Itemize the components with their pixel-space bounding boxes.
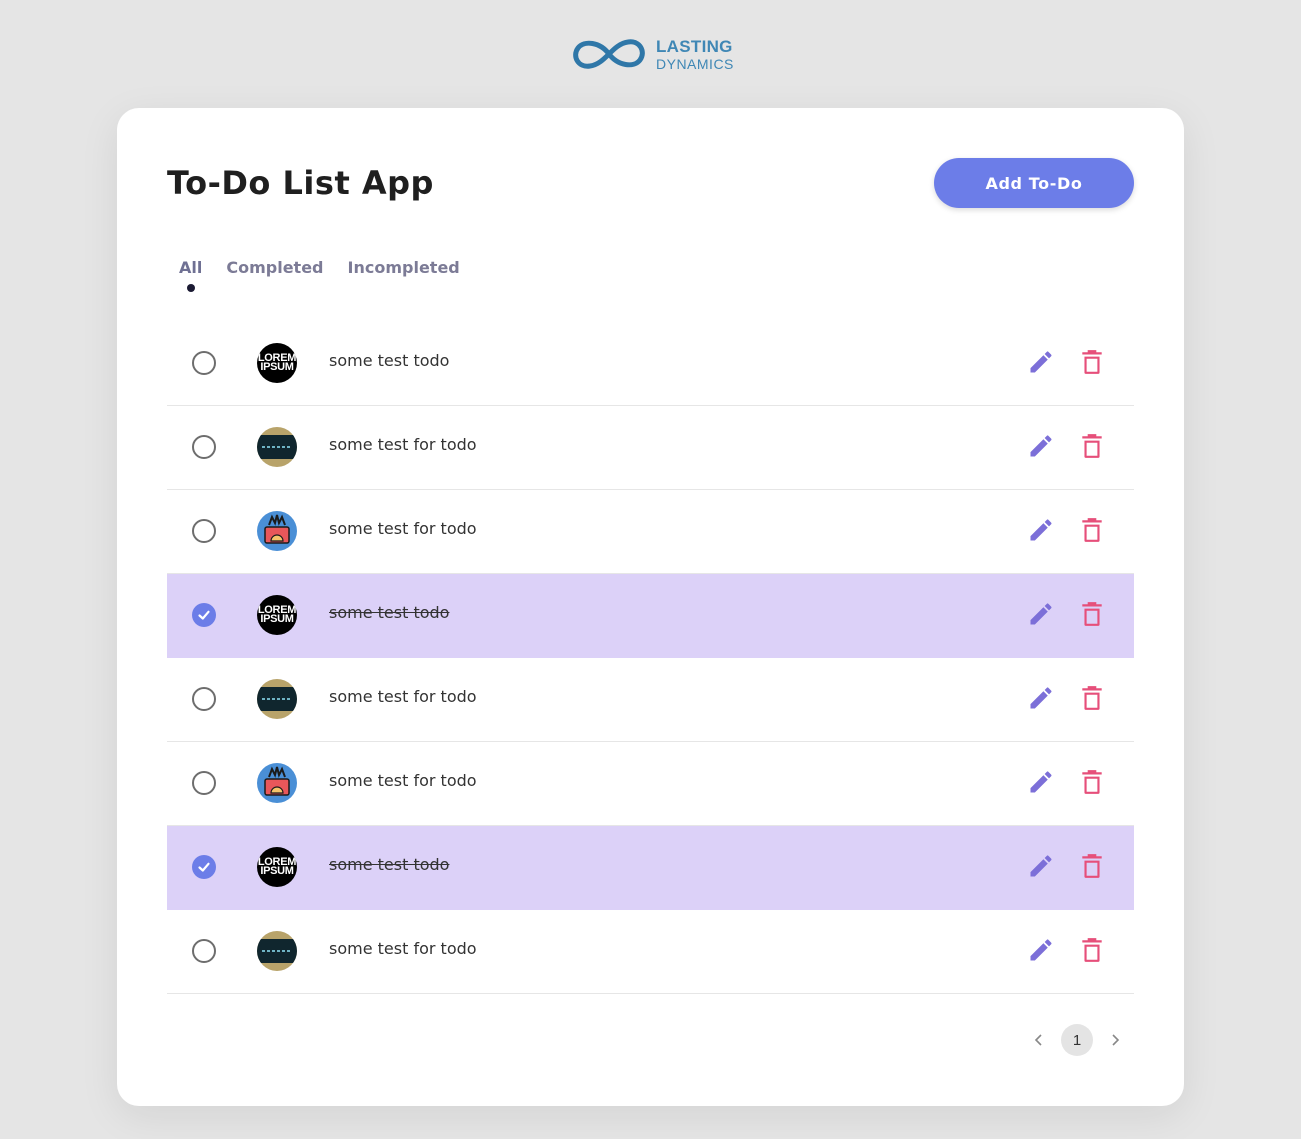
tab-completed-label: Completed <box>226 258 324 277</box>
pencil-icon <box>1030 771 1052 793</box>
chevron-right-icon <box>1112 1034 1120 1046</box>
todo-row: LOREM IPSUM some test todo <box>167 322 1134 406</box>
chevron-left-icon <box>1034 1034 1042 1046</box>
todo-row: some test for todo <box>167 910 1134 994</box>
next-page-button[interactable] <box>1107 1032 1123 1048</box>
pencil-icon <box>1030 939 1052 961</box>
avatar-ipsum-text: IPSUM <box>260 613 294 625</box>
brand-logo: LASTING DYNAMICS <box>566 34 738 74</box>
pencil-icon <box>1030 603 1052 625</box>
todo-checkbox[interactable] <box>192 351 216 375</box>
tab-incompleted-label: Incompleted <box>347 258 460 277</box>
active-tab-indicator <box>186 284 195 292</box>
edit-button[interactable] <box>1027 600 1055 628</box>
todo-avatar-lorem: LOREM IPSUM <box>257 595 297 635</box>
pencil-icon <box>1030 687 1052 709</box>
trash-icon <box>1082 854 1102 878</box>
delete-button[interactable] <box>1079 684 1105 712</box>
todo-avatar-blue <box>257 763 297 803</box>
avatar-line <box>262 698 292 700</box>
todo-text: some test for todo <box>329 519 477 538</box>
trash-icon <box>1082 686 1102 710</box>
brand-name-line1: LASTING <box>656 36 733 56</box>
todo-text: some test todo <box>329 855 450 874</box>
todo-row: some test for todo <box>167 742 1134 826</box>
delete-button[interactable] <box>1079 516 1105 544</box>
todo-row: some test for todo <box>167 490 1134 574</box>
todo-avatar-dark <box>257 679 297 719</box>
brand-name-line2: DYNAMICS <box>656 55 734 72</box>
todo-row: LOREM IPSUM some test todo <box>167 574 1134 658</box>
pagination: 1 <box>1031 1024 1123 1056</box>
page-number-button[interactable]: 1 <box>1061 1024 1093 1056</box>
todo-checkbox[interactable] <box>192 939 216 963</box>
todo-avatar-blue <box>257 511 297 551</box>
todo-checkbox[interactable] <box>192 519 216 543</box>
todo-card: To-Do List App Add To-Do All Completed I… <box>117 108 1184 1106</box>
tab-completed[interactable]: Completed <box>226 258 323 277</box>
todo-text: some test for todo <box>329 435 477 454</box>
pencil-icon <box>1030 351 1052 373</box>
todo-text: some test for todo <box>329 771 477 790</box>
trash-icon <box>1082 602 1102 626</box>
delete-button[interactable] <box>1079 432 1105 460</box>
avatar-ipsum-text: IPSUM <box>260 361 294 373</box>
pencil-icon <box>1030 435 1052 457</box>
edit-button[interactable] <box>1027 852 1055 880</box>
todo-text: some test todo <box>329 603 450 622</box>
delete-button[interactable] <box>1079 768 1105 796</box>
todo-avatar-lorem: LOREM IPSUM <box>257 343 297 383</box>
checkmark-icon <box>198 610 210 620</box>
todo-text: some test for todo <box>329 939 477 958</box>
delete-button[interactable] <box>1079 852 1105 880</box>
tab-all-label: All <box>179 258 203 277</box>
todo-checkbox[interactable] <box>192 687 216 711</box>
todo-checkbox[interactable] <box>192 435 216 459</box>
todo-avatar-lorem: LOREM IPSUM <box>257 847 297 887</box>
trash-icon <box>1082 938 1102 962</box>
trash-icon <box>1082 770 1102 794</box>
todo-list: LOREM IPSUM some test todo some test for … <box>167 322 1134 994</box>
edit-button[interactable] <box>1027 516 1055 544</box>
delete-button[interactable] <box>1079 600 1105 628</box>
pencil-icon <box>1030 855 1052 877</box>
todo-checkbox[interactable] <box>192 771 216 795</box>
edit-button[interactable] <box>1027 936 1055 964</box>
avatar-line <box>262 446 292 448</box>
page-title: To-Do List App <box>167 164 434 202</box>
trash-icon <box>1082 518 1102 542</box>
todo-text: some test for todo <box>329 687 477 706</box>
todo-checkbox[interactable] <box>192 603 216 627</box>
todo-row: some test for todo <box>167 406 1134 490</box>
avatar-line <box>262 950 292 952</box>
fireplace-icon <box>264 766 290 796</box>
edit-button[interactable] <box>1027 768 1055 796</box>
trash-icon <box>1082 350 1102 374</box>
todo-avatar-dark <box>257 931 297 971</box>
delete-button[interactable] <box>1079 348 1105 376</box>
checkmark-icon <box>198 862 210 872</box>
todo-text: some test todo <box>329 351 450 370</box>
add-todo-button[interactable]: Add To-Do <box>934 158 1134 208</box>
delete-button[interactable] <box>1079 936 1105 964</box>
trash-icon <box>1082 434 1102 458</box>
edit-button[interactable] <box>1027 432 1055 460</box>
fireplace-icon <box>264 514 290 544</box>
infinity-icon <box>573 39 645 69</box>
avatar-ipsum-text: IPSUM <box>260 865 294 877</box>
todo-checkbox[interactable] <box>192 855 216 879</box>
tab-incompleted[interactable]: Incompleted <box>348 258 460 277</box>
filter-tabs: All Completed Incompleted <box>179 258 460 292</box>
edit-button[interactable] <box>1027 684 1055 712</box>
tab-all[interactable]: All <box>179 258 203 292</box>
previous-page-button[interactable] <box>1031 1032 1047 1048</box>
todo-avatar-dark <box>257 427 297 467</box>
pencil-icon <box>1030 519 1052 541</box>
edit-button[interactable] <box>1027 348 1055 376</box>
todo-row: LOREM IPSUM some test todo <box>167 826 1134 910</box>
todo-row: some test for todo <box>167 658 1134 742</box>
